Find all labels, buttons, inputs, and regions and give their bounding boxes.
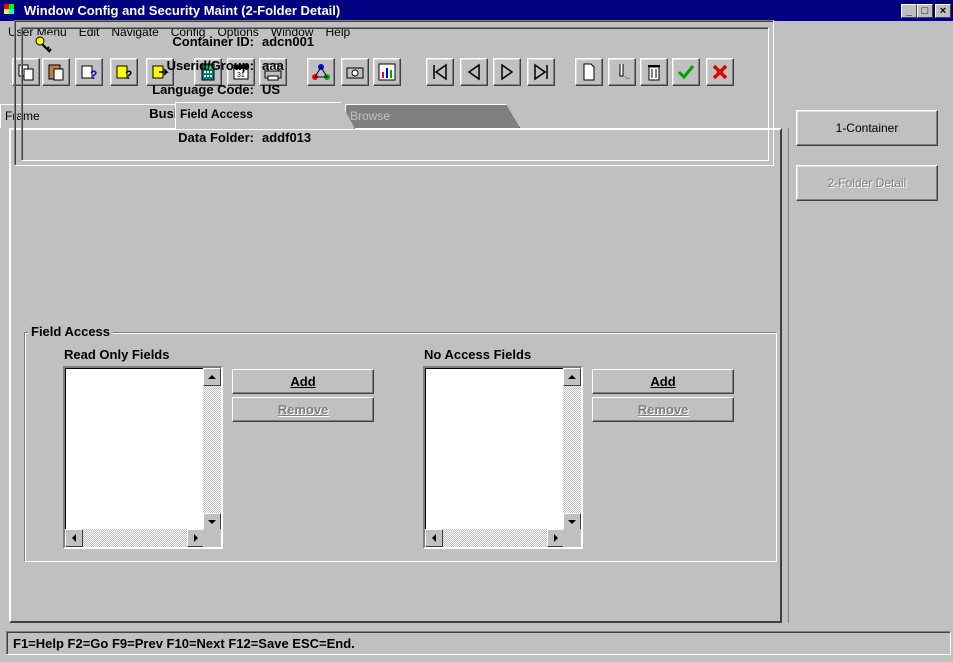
read-only-listbox[interactable] [63,366,223,549]
language-code-row: Language Code: US [22,82,422,104]
userid-group-value: aaa [262,58,284,73]
no-access-remove-label: Remove [637,402,689,417]
data-folder-row: Data Folder: addf013 [22,130,422,152]
close-button[interactable]: × [935,3,951,18]
scroll-left-icon[interactable] [425,529,443,547]
container-id-row: Container ID: adcn001 [22,34,422,56]
data-folder-label: Data Folder: [178,130,254,145]
side-divider [788,128,789,623]
scroll-up-icon[interactable] [563,368,581,386]
container-id-value: adcn001 [262,34,315,49]
no-access-hscroll[interactable] [425,529,565,547]
tab-field-access[interactable]: Field Access [175,102,355,129]
read-only-vscroll[interactable] [203,368,221,531]
read-only-add-label: Add [290,374,316,389]
container-nav-button[interactable]: 1-Container [796,110,938,146]
read-only-remove-label: Remove [277,402,329,417]
container-id-label: Container ID: [172,34,254,49]
read-only-hscroll[interactable] [65,529,205,547]
no-access-remove-button[interactable]: Remove [592,397,734,422]
minimize-button[interactable]: _ [901,3,917,18]
language-code-label: Language Code: [152,82,254,97]
language-code-value: US [262,82,281,97]
maximize-button[interactable]: □ [917,3,933,18]
no-access-vscroll[interactable] [563,368,581,531]
header-inner: Container ID: adcn001 Userid/Group: aaa … [21,27,769,161]
scroll-left-icon[interactable] [65,529,83,547]
header-group: Container ID: adcn001 Userid/Group: aaa … [14,20,774,166]
field-access-legend: Field Access [28,324,114,339]
window-title: Window Config and Security Maint (2-Fold… [24,3,341,18]
folder-detail-nav-button[interactable]: 2-Folder Detail [796,165,938,201]
read-only-remove-button[interactable]: Remove [232,397,374,422]
data-folder-value: addf013 [262,130,312,145]
userid-group-label: Userid/Group: [166,58,254,73]
read-only-label: Read Only Fields [64,347,170,362]
read-only-add-button[interactable]: Add [232,369,374,394]
no-access-label: No Access Fields [424,347,532,362]
scroll-up-icon[interactable] [203,368,221,386]
no-access-listbox[interactable] [423,366,583,549]
title-bar: Window Config and Security Maint (2-Fold… [0,0,953,21]
app-icon [4,3,20,18]
scroll-corner [203,529,221,547]
no-access-add-label: Add [650,374,676,389]
userid-group-row: Userid/Group: aaa [22,58,422,80]
no-access-add-button[interactable]: Add [592,369,734,394]
scroll-corner [563,529,581,547]
status-bar: F1=Help F2=Go F9=Prev F10=Next F12=Save … [6,631,951,655]
